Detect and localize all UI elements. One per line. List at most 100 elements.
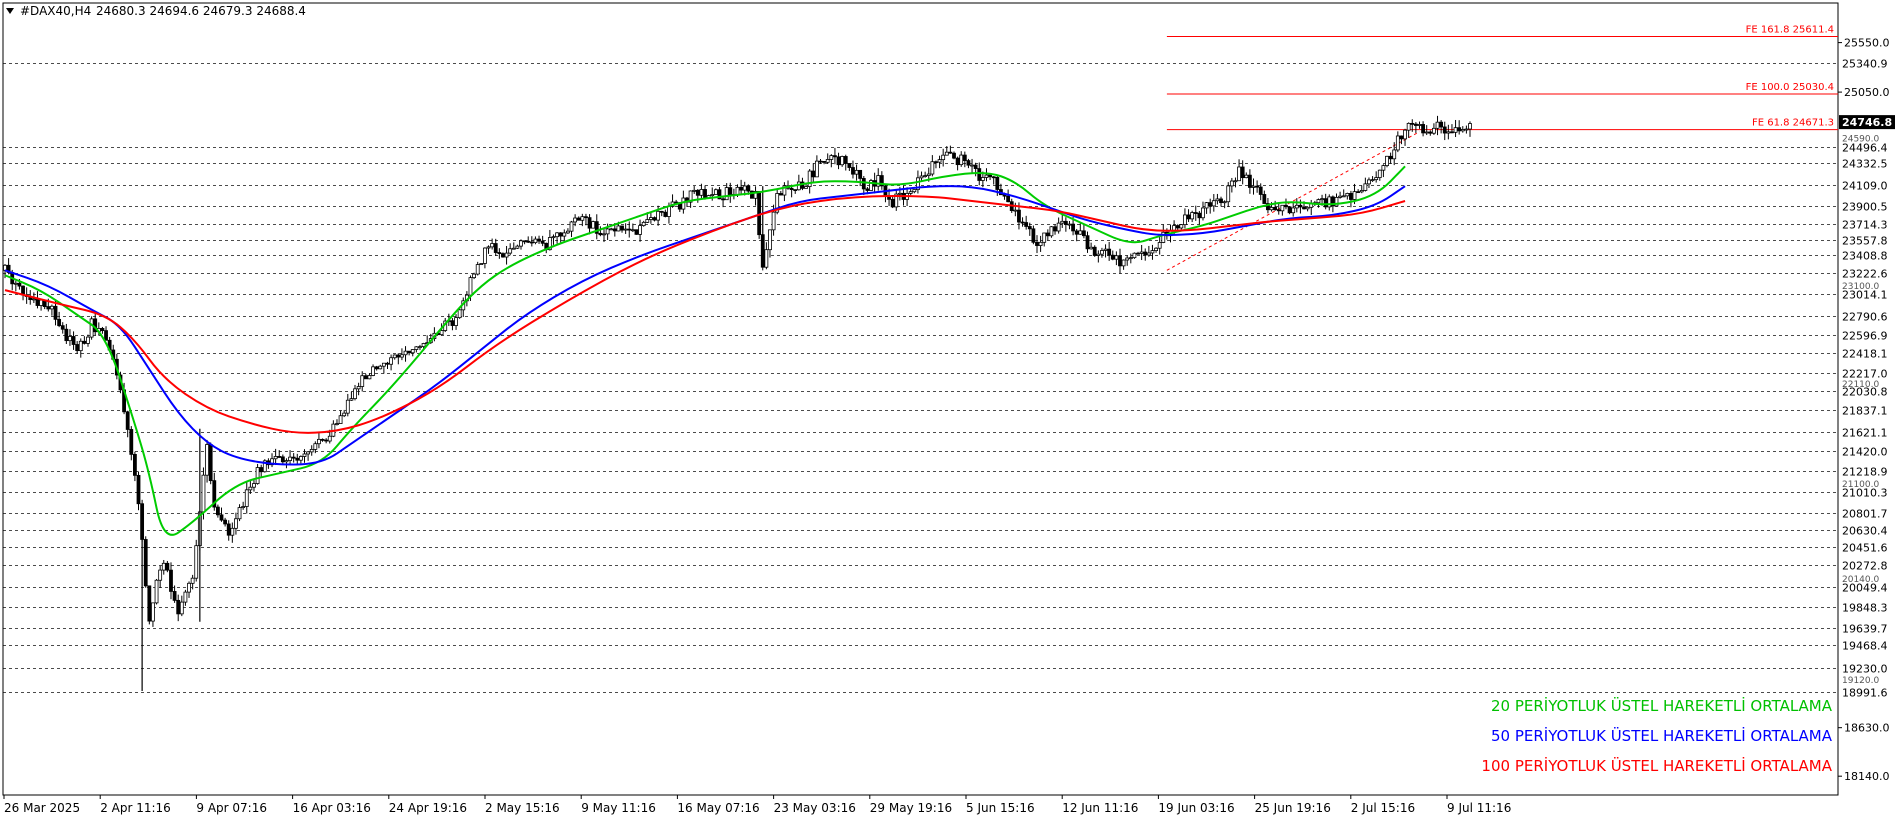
candle-body xyxy=(1255,185,1260,188)
candle-body xyxy=(897,192,902,195)
candle-body xyxy=(418,346,422,349)
candle-body xyxy=(1320,198,1324,201)
candle-body xyxy=(75,344,80,352)
candle-body xyxy=(1103,248,1108,251)
candle-body xyxy=(64,328,69,342)
candle-body xyxy=(1078,230,1083,235)
candle-body xyxy=(39,299,43,306)
candle-body xyxy=(414,346,419,350)
candle-body xyxy=(941,154,946,161)
candle-body xyxy=(86,336,90,344)
candle-body xyxy=(854,169,859,175)
candle-body xyxy=(1211,200,1216,207)
candle-body xyxy=(1024,222,1029,227)
candle-body xyxy=(342,412,347,417)
candle-body xyxy=(858,169,863,179)
candle-body xyxy=(1305,206,1310,210)
level-label: 21420.0 xyxy=(1842,446,1888,459)
candle-body xyxy=(378,365,383,370)
candle-body xyxy=(483,247,487,264)
x-axis-label: 9 Jul 11:16 xyxy=(1447,801,1511,815)
legend-entry: 50 PERİYOTLUK ÜSTEL HAREKETLİ ORTALAMA xyxy=(1491,726,1833,745)
candle-body xyxy=(1197,212,1202,219)
candle-body xyxy=(1056,222,1061,232)
candle-body xyxy=(1125,257,1130,261)
level-label: 24332.5 xyxy=(1842,158,1888,171)
candle-body xyxy=(13,282,18,285)
axis-label: 18630.0 xyxy=(1844,722,1890,735)
candle-body xyxy=(988,174,992,178)
candle-body xyxy=(1457,127,1462,132)
candle-body xyxy=(959,154,964,166)
candle-body xyxy=(1006,195,1011,203)
candle-body xyxy=(1092,246,1097,256)
candle-body xyxy=(1042,232,1047,243)
level-label: 23714.3 xyxy=(1842,219,1888,232)
candle-body xyxy=(288,456,292,461)
candle-body xyxy=(973,164,978,169)
candle-body xyxy=(403,350,408,356)
candle-body xyxy=(659,210,664,213)
candle-body xyxy=(1388,155,1393,160)
candle-body xyxy=(136,474,141,505)
candle-body xyxy=(1327,196,1332,208)
candle-body xyxy=(1013,209,1018,212)
candle-body xyxy=(284,460,289,463)
candle-body xyxy=(551,236,556,239)
candle-body xyxy=(169,569,173,592)
candle-body xyxy=(641,221,646,227)
candle-body xyxy=(1233,180,1238,183)
candle-body xyxy=(1096,253,1101,256)
candle-body xyxy=(259,467,264,473)
level-label: 19639.7 xyxy=(1842,623,1888,636)
candle-body xyxy=(789,187,794,191)
candle-body xyxy=(1251,185,1256,188)
candle-body xyxy=(400,354,404,358)
x-axis-label: 5 Jun 15:16 xyxy=(966,801,1035,815)
candle-body xyxy=(533,238,538,244)
x-axis-label: 2 Jul 15:16 xyxy=(1351,801,1415,815)
candle-body xyxy=(241,506,246,508)
candle-body xyxy=(515,245,520,249)
candle-body xyxy=(183,591,188,603)
candle-body xyxy=(634,229,639,235)
candle-body xyxy=(1053,226,1057,232)
partial-axis-label: 24590.0 xyxy=(1842,135,1879,145)
candle-body xyxy=(728,187,733,196)
candle-body xyxy=(356,386,361,390)
candle-body xyxy=(851,167,855,175)
chart-root: FE 161.8 25611.4 FE 100.0 25030.4 FE 61.8 … xyxy=(0,0,1896,820)
candle-body xyxy=(944,151,949,156)
candle-body xyxy=(1453,127,1458,133)
candle-body xyxy=(327,435,332,442)
candle-body xyxy=(1294,204,1299,209)
candle-body xyxy=(1219,198,1223,204)
candle-body xyxy=(1020,221,1025,224)
candle-body xyxy=(457,309,462,319)
partial-axis-label: 22110.0 xyxy=(1842,380,1879,390)
partial-axis-label: 23100.0 xyxy=(1842,282,1879,292)
candle-body xyxy=(1031,228,1036,243)
candle-body xyxy=(1132,252,1137,259)
candle-body xyxy=(1367,179,1371,185)
price-chart[interactable]: FE 161.8 25611.4 FE 100.0 25030.4 FE 61.8 … xyxy=(0,0,1896,820)
candle-body xyxy=(1345,193,1350,197)
candle-body xyxy=(1464,128,1469,131)
candle-body xyxy=(1356,191,1361,194)
candle-body xyxy=(1323,198,1328,208)
candle-body xyxy=(598,232,603,236)
candle-body xyxy=(1089,246,1094,250)
candle-body xyxy=(1258,186,1263,195)
candle-body xyxy=(158,569,163,581)
candle-body xyxy=(335,423,339,425)
candle-body xyxy=(1244,174,1249,179)
candle-body xyxy=(1413,123,1418,126)
legend-entry: 100 PERİYOTLUK ÜSTEL HAREKETLİ ORTALAMA xyxy=(1481,756,1832,775)
candle-body xyxy=(1435,121,1440,129)
candle-body xyxy=(338,415,343,424)
candle-body xyxy=(71,336,76,345)
level-label: 20630.4 xyxy=(1842,525,1888,538)
candle-body xyxy=(1468,123,1472,130)
candle-body xyxy=(796,181,801,191)
candle-body xyxy=(133,453,137,476)
